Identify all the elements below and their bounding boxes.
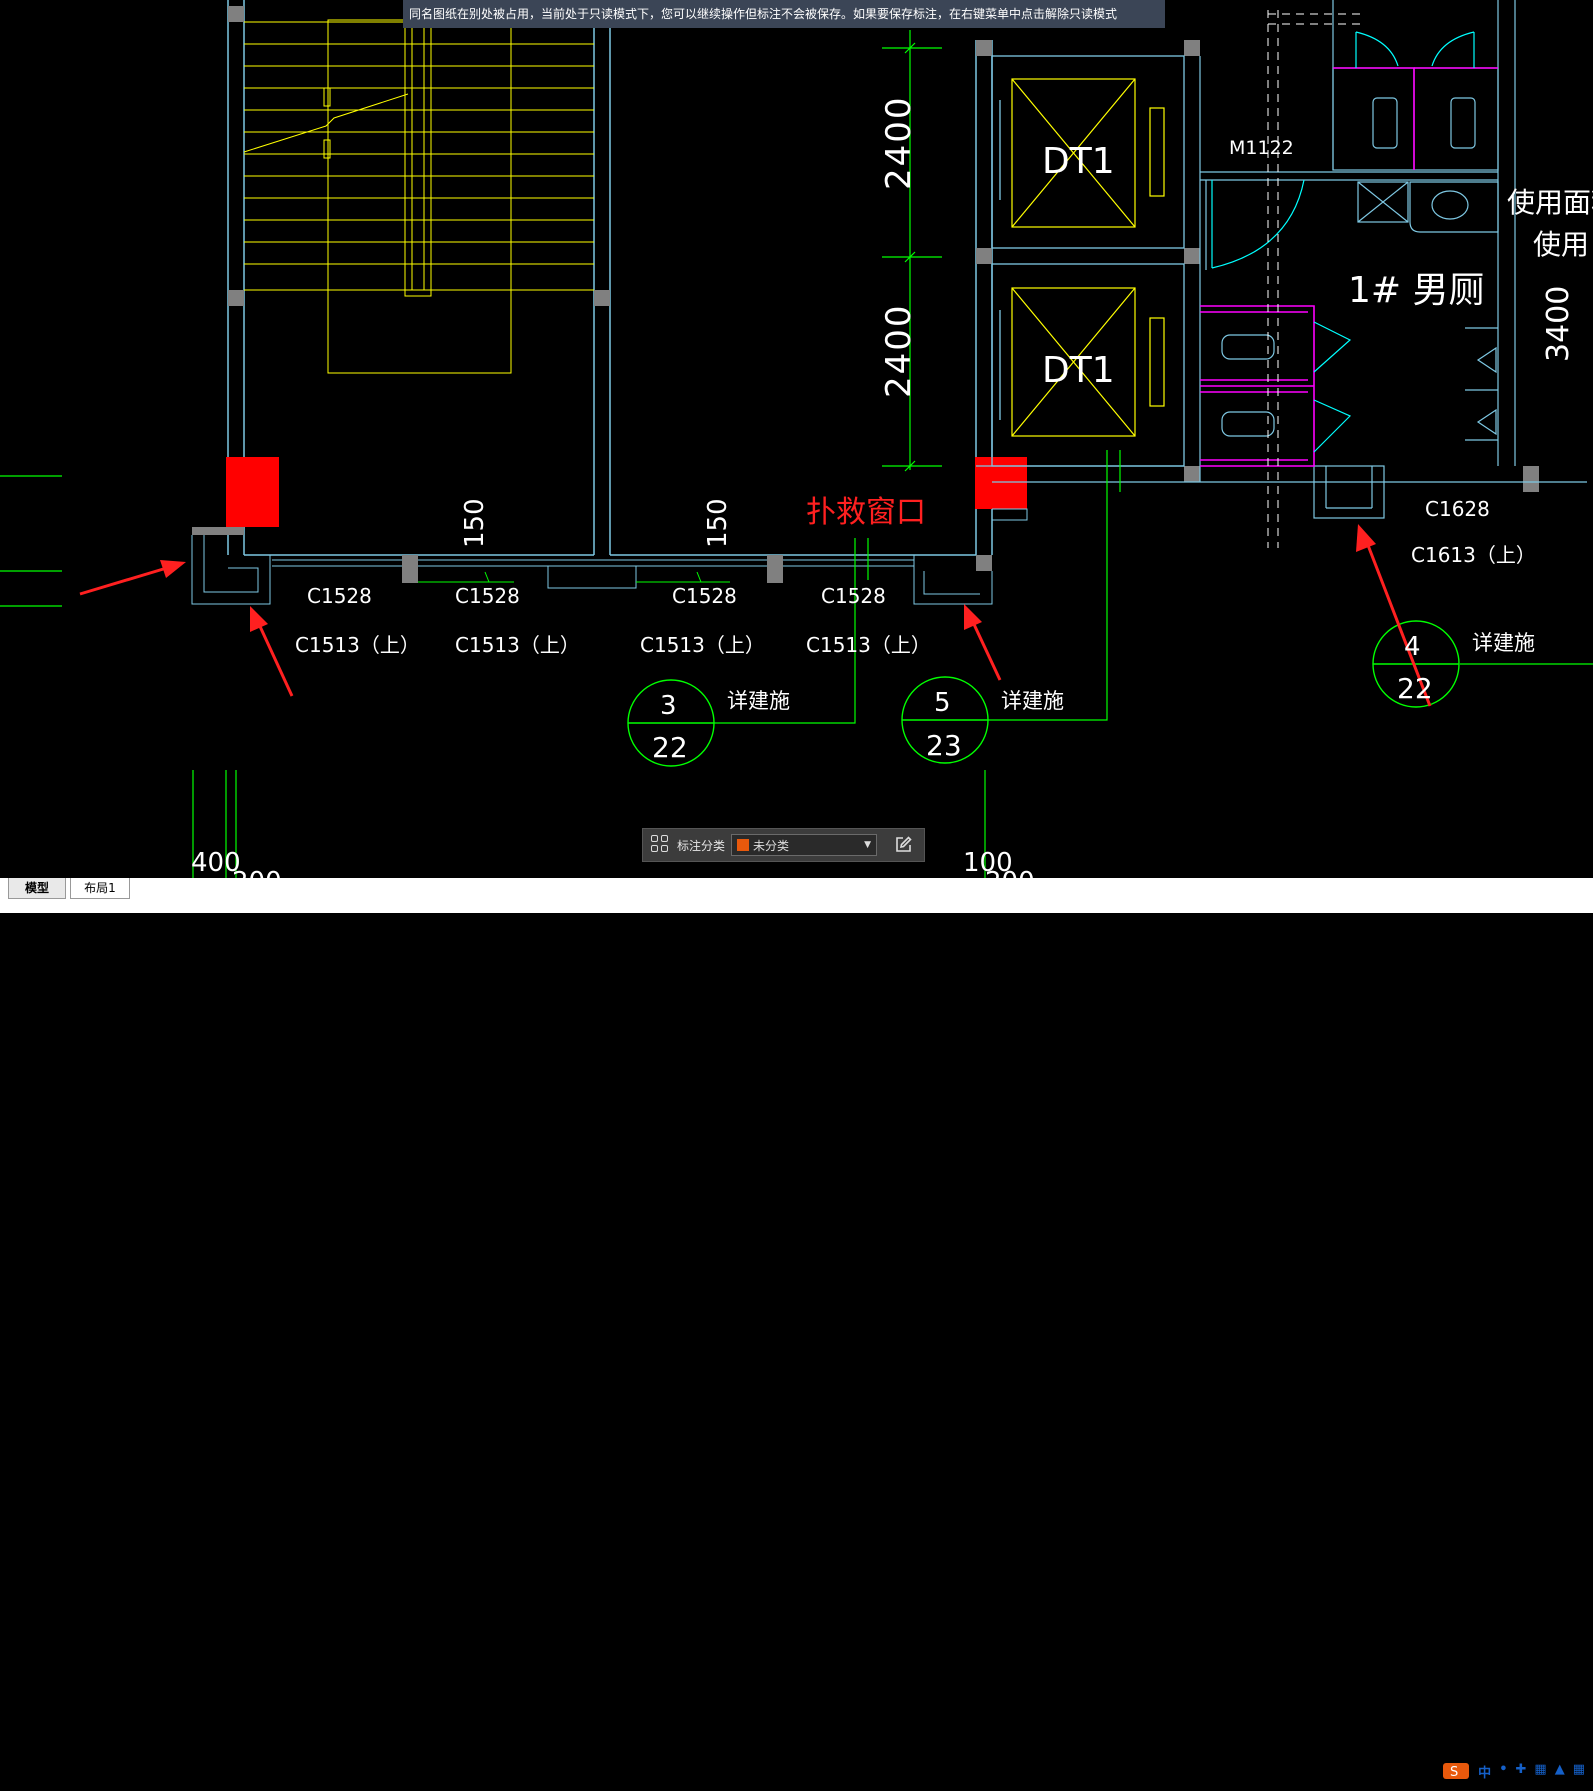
annotation-arrows	[79, 524, 1432, 707]
ime-logo-icon[interactable]: S	[1442, 1762, 1472, 1780]
rescue-window-note: 扑救窗口	[806, 495, 926, 530]
dim-2400-upper: 2400	[879, 95, 919, 190]
elevator-shafts	[976, 55, 1587, 483]
tray-plus-icon[interactable]: ✚	[1516, 1762, 1527, 1777]
readonly-notice-banner: 同名图纸在别处被占用，当前处于只读模式下，您可以继续操作但标注不会被保存。如果要…	[403, 0, 1165, 28]
room-name: 1# 男厕	[1348, 270, 1485, 311]
toilet-room	[1199, 0, 1516, 519]
tray-keyboard-icon[interactable]: ▦	[1534, 1762, 1546, 1777]
tray-grid-icon[interactable]: ▦	[1573, 1762, 1585, 1777]
annotation-category-label: 标注分类	[677, 838, 726, 853]
tray-up-icon[interactable]: ▲	[1555, 1762, 1565, 1777]
detail-3-top: 3	[660, 691, 677, 721]
stair-treads	[243, 0, 594, 374]
side-text-use: 使用	[1533, 228, 1589, 261]
toilet-partitions	[1200, 67, 1498, 467]
chevron-down-icon: ▼	[864, 840, 872, 850]
window-subtag-4: C1513（上）	[806, 633, 931, 657]
window-tag-2: C1528	[455, 584, 520, 608]
detail-3-label: 详建施	[727, 689, 790, 713]
door-tag: M1122	[1229, 137, 1294, 159]
tab-model[interactable]: 模型	[8, 878, 66, 899]
detail-5-bottom: 23	[926, 729, 962, 762]
ime-chinese-indicator[interactable]: 中	[1478, 1762, 1491, 1781]
detail-4-top: 4	[1404, 632, 1421, 662]
layout-tab-bar: 模型 布局1 S 中 • ✚ ▦ ▲ ▦	[0, 878, 1593, 1781]
dim-2400-lower: 2400	[879, 303, 919, 398]
grid-icon[interactable]	[651, 835, 671, 855]
dimension-150-ticks	[418, 571, 730, 583]
door-swings	[1211, 31, 1475, 453]
window-tag-4: C1528	[821, 584, 886, 608]
annotation-category-select[interactable]: 未分类 ▼	[731, 834, 878, 856]
cad-canvas[interactable]: 2400 2400 150 150 DT1 DT1 M1122 1# 男厕 扑救…	[0, 0, 1593, 913]
window-subtag-1: C1513（上）	[295, 633, 420, 657]
window-subtag-3: C1513（上）	[640, 633, 765, 657]
system-tray: S 中 • ✚ ▦ ▲ ▦	[1442, 1762, 1593, 1791]
detail-4-label: 详建施	[1472, 631, 1535, 655]
tab-layout1[interactable]: 布局1	[70, 878, 130, 899]
stairwell-walls	[227, 0, 993, 556]
elevator-label-upper: DT1	[1042, 141, 1115, 182]
detail-3-bottom: 22	[652, 731, 688, 764]
side-dim-3400: 3400	[1541, 286, 1576, 362]
detail-5-label: 详建施	[1001, 689, 1064, 713]
window-subtag-5: C1613（上）	[1411, 543, 1536, 567]
svg-text:S: S	[1450, 1765, 1458, 1780]
window-tag-5: C1628	[1425, 497, 1490, 521]
floor-plan-drawing[interactable]: 2400 2400 150 150 DT1 DT1 M1122 1# 男厕 扑救…	[0, 0, 1593, 913]
category-color-swatch	[737, 839, 750, 851]
window-tag-1: C1528	[307, 584, 372, 608]
dim-150-right: 150	[703, 498, 733, 548]
detail-5-top: 5	[934, 688, 951, 718]
side-text-area: 使用面积	[1507, 186, 1593, 219]
window-subtag-2: C1513（上）	[455, 633, 580, 657]
edit-icon[interactable]	[891, 833, 915, 857]
dim-150-left: 150	[460, 498, 490, 548]
drawing-text: 2400 2400 150 150 DT1 DT1 M1122 1# 男厕 扑救…	[191, 95, 1593, 897]
detail-4-bottom: 22	[1397, 672, 1433, 705]
annotation-category-value: 未分类	[753, 838, 790, 853]
annotation-category-toolbar: 标注分类 未分类 ▼	[642, 828, 925, 862]
elevator-label-lower: DT1	[1042, 350, 1115, 391]
edge-grid-lines	[0, 475, 62, 607]
window-tag-3: C1528	[672, 584, 737, 608]
tray-dot-icon[interactable]: •	[1499, 1762, 1507, 1777]
